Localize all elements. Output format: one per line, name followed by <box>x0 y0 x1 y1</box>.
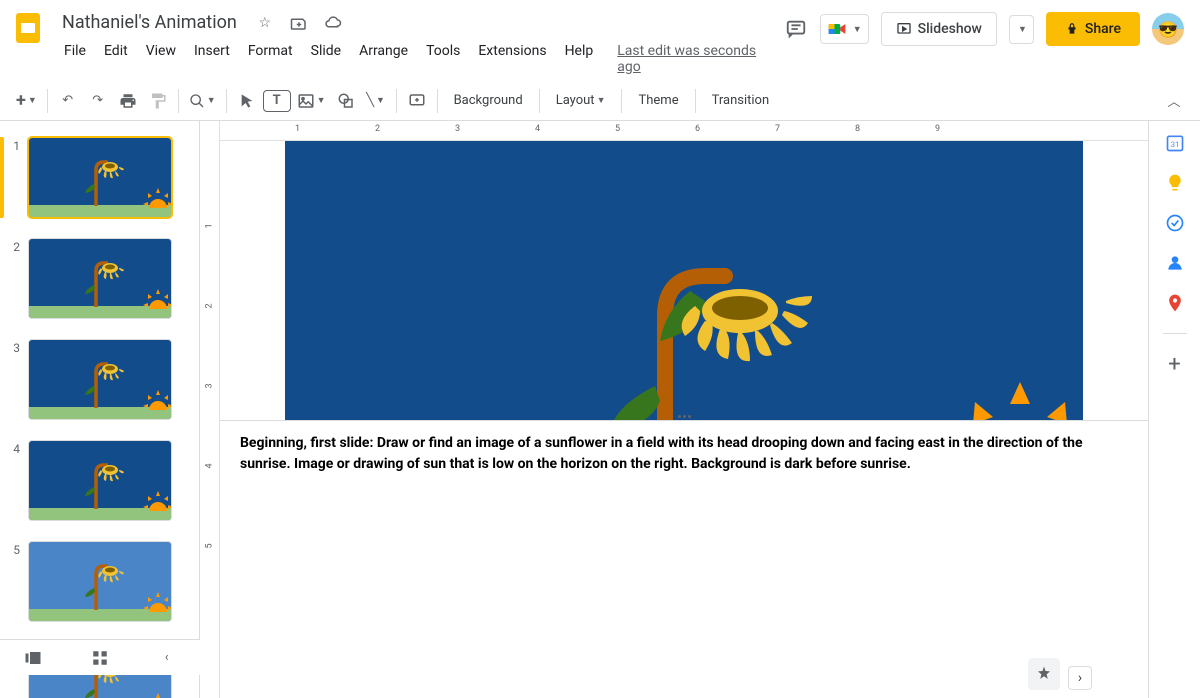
slide-canvas[interactable] <box>285 141 1083 420</box>
menu-tools[interactable]: Tools <box>418 39 468 79</box>
slideshow-button[interactable]: Slideshow <box>881 12 997 46</box>
thumb-number: 2 <box>8 238 20 254</box>
thumb-number: 4 <box>8 440 20 456</box>
paint-format-button[interactable] <box>144 87 172 115</box>
tasks-icon[interactable] <box>1165 213 1185 233</box>
new-slide-button[interactable]: +▼ <box>12 87 41 115</box>
side-panel-toggle[interactable]: › <box>1068 666 1092 690</box>
maps-icon[interactable] <box>1165 293 1185 313</box>
thumbnail-bottom-bar: ‹ <box>0 639 200 675</box>
menu-view[interactable]: View <box>138 39 184 79</box>
menu-extensions[interactable]: Extensions <box>470 39 554 79</box>
speaker-notes[interactable]: Beginning, first slide: Draw or find an … <box>220 420 1148 487</box>
menu-arrange[interactable]: Arrange <box>351 39 416 79</box>
slide-thumbnail[interactable] <box>28 541 172 622</box>
explore-button[interactable] <box>1028 658 1060 690</box>
slideshow-label: Slideshow <box>918 21 982 37</box>
textbox-tool[interactable]: T <box>263 90 291 112</box>
zoom-button[interactable]: ▼ <box>185 87 220 115</box>
speaker-notes-text[interactable]: Beginning, first slide: Draw or find an … <box>240 433 1128 475</box>
sunflower-shape[interactable] <box>605 256 815 419</box>
meet-button[interactable]: ▼ <box>820 14 869 44</box>
notes-resize-handle[interactable] <box>668 414 700 420</box>
sun-shape[interactable] <box>945 382 1095 419</box>
star-icon[interactable]: ☆ <box>253 11 277 35</box>
menu-file[interactable]: File <box>56 39 94 79</box>
ruler-vertical: 12345 <box>200 121 220 698</box>
thumb-number: 1 <box>8 137 20 153</box>
undo-button[interactable]: ↶ <box>54 87 82 115</box>
toolbar: +▼ ↶ ↷ ▼ T ▼ ╲▼ Background Layout▼ Theme… <box>0 81 1200 121</box>
menu-edit[interactable]: Edit <box>96 39 136 79</box>
addons-icon[interactable]: + <box>1165 354 1185 374</box>
ruler-horizontal: 123456789 <box>220 121 1148 141</box>
account-avatar[interactable]: 😎 <box>1152 13 1184 45</box>
collapse-thumbnails-icon[interactable]: ‹ <box>153 644 181 672</box>
side-panel: 31 + <box>1148 121 1200 698</box>
app-header: Nathaniel's Animation ☆ File Edit View I… <box>0 0 1200 81</box>
contacts-icon[interactable] <box>1165 253 1185 273</box>
share-button[interactable]: Share <box>1046 12 1140 46</box>
slide-thumbnail[interactable] <box>28 137 172 218</box>
slide-thumbnail[interactable] <box>28 238 172 319</box>
layout-button[interactable]: Layout▼ <box>546 87 616 115</box>
menubar: File Edit View Insert Format Slide Arran… <box>56 37 776 81</box>
collapse-toolbar-icon[interactable]: ︿ <box>1160 87 1188 115</box>
last-edit-link[interactable]: Last edit was seconds ago <box>609 39 775 79</box>
svg-text:31: 31 <box>1170 140 1178 149</box>
menu-slide[interactable]: Slide <box>303 39 349 79</box>
calendar-icon[interactable]: 31 <box>1165 133 1185 153</box>
thumbnail-panel[interactable]: 123456 <box>0 121 200 698</box>
slideshow-dropdown[interactable]: ▼ <box>1009 15 1034 44</box>
print-button[interactable] <box>114 87 142 115</box>
slide-stage[interactable] <box>220 141 1148 420</box>
redo-button[interactable]: ↷ <box>84 87 112 115</box>
share-label: Share <box>1085 21 1121 37</box>
main-area: 123456 12345 123456789 <box>0 121 1200 698</box>
select-tool[interactable] <box>233 87 261 115</box>
menu-format[interactable]: Format <box>240 39 301 79</box>
slides-logo[interactable] <box>8 8 48 48</box>
comment-history-icon[interactable] <box>784 17 808 41</box>
canvas-area: 12345 123456789 <box>200 121 1148 698</box>
shape-tool[interactable] <box>332 87 360 115</box>
line-tool[interactable]: ╲▼ <box>362 87 390 115</box>
doc-title[interactable]: Nathaniel's Animation <box>56 10 243 35</box>
slide-thumbnail[interactable] <box>28 440 172 521</box>
slide-thumbnail[interactable] <box>28 339 172 420</box>
move-icon[interactable] <box>287 11 311 35</box>
comment-button[interactable] <box>403 87 431 115</box>
background-button[interactable]: Background <box>444 87 533 115</box>
cloud-status-icon[interactable] <box>321 11 345 35</box>
filmstrip-view-icon[interactable] <box>19 644 47 672</box>
menu-help[interactable]: Help <box>557 39 602 79</box>
image-tool[interactable]: ▼ <box>293 87 330 115</box>
thumb-number: 5 <box>8 541 20 557</box>
transition-button[interactable]: Transition <box>702 87 780 115</box>
thumb-number: 3 <box>8 339 20 355</box>
grid-view-icon[interactable] <box>86 644 114 672</box>
menu-insert[interactable]: Insert <box>186 39 238 79</box>
theme-button[interactable]: Theme <box>628 87 688 115</box>
keep-icon[interactable] <box>1165 173 1185 193</box>
